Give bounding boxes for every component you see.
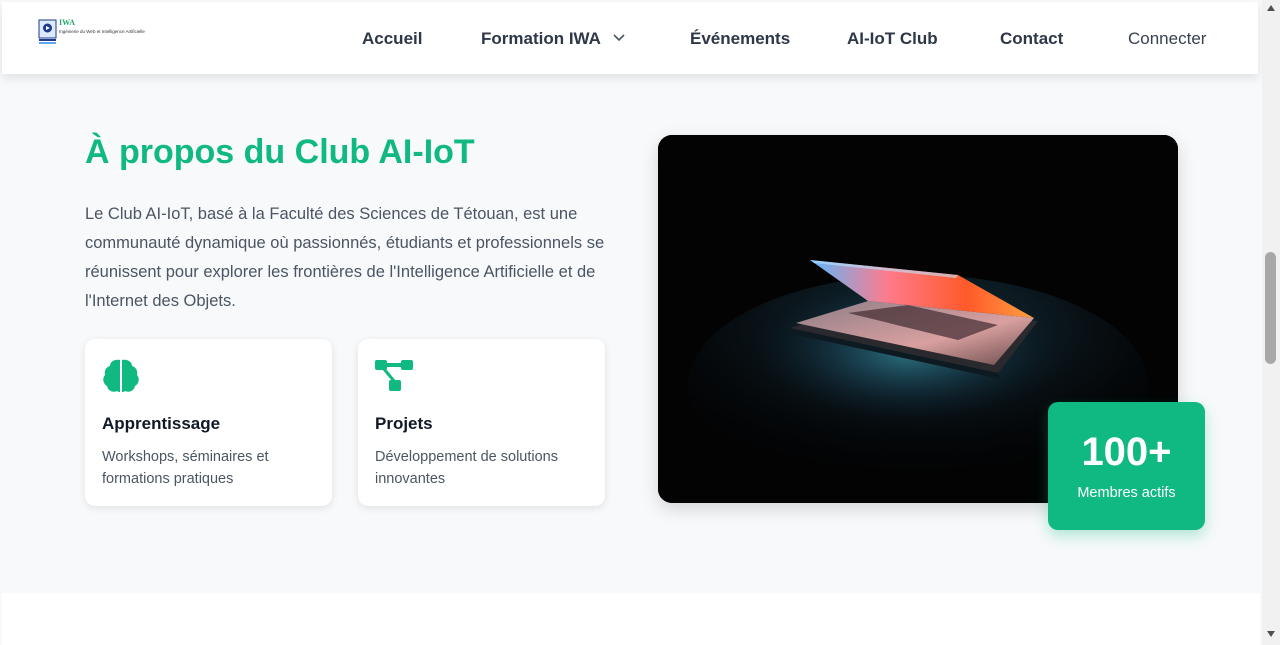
next-section <box>2 593 1260 645</box>
scroll-thumb[interactable] <box>1265 252 1276 364</box>
scroll-down-arrow-icon[interactable] <box>1266 630 1276 638</box>
nav-formation-iwa[interactable]: Formation IWA <box>481 29 601 49</box>
members-stat-badge: 100+ Membres actifs <box>1048 402 1205 530</box>
brain-icon <box>103 359 139 392</box>
connect-link[interactable]: Connecter <box>1128 29 1206 49</box>
nav-accueil[interactable]: Accueil <box>362 29 422 49</box>
feature-card-projects: Projets Développement de solutions innov… <box>358 339 605 506</box>
nav-evenements[interactable]: Événements <box>690 29 790 49</box>
card-title: Projets <box>375 414 433 433</box>
card-title: Apprentissage <box>102 414 221 433</box>
iwa-logo[interactable]: IWA Ingénierie du Web et Intelligence Ar… <box>38 18 145 46</box>
chevron-down-icon[interactable] <box>612 33 626 43</box>
logo-emblem-icon <box>38 19 57 44</box>
about-title: À propos du Club AI-IoT <box>85 133 475 171</box>
scroll-up-arrow-icon[interactable] <box>1266 4 1276 12</box>
nav-ai-iot-club[interactable]: AI-IoT Club <box>847 29 938 49</box>
project-diagram-icon <box>375 360 413 391</box>
navbar: IWA Ingénierie du Web et Intelligence Ar… <box>2 2 1258 74</box>
card-text: Workshops, séminaires et formations prat… <box>102 449 269 487</box>
logo-text: IWA <box>59 18 76 27</box>
page: IWA Ingénierie du Web et Intelligence Ar… <box>0 0 1262 645</box>
nav-contact[interactable]: Contact <box>1000 29 1063 49</box>
about-description: Le Club AI-IoT, basé à la Faculté des Sc… <box>85 205 605 310</box>
members-count: 100+ <box>1081 430 1172 474</box>
card-text: Développement de solutions innovantes <box>375 449 558 487</box>
members-label: Membres actifs <box>1077 485 1176 501</box>
page-scrollbar[interactable] <box>1262 0 1280 645</box>
logo-subtitle: Ingénierie du Web et Intelligence Artifi… <box>59 29 145 34</box>
feature-card-learning: Apprentissage Workshops, séminaires et f… <box>85 339 332 506</box>
